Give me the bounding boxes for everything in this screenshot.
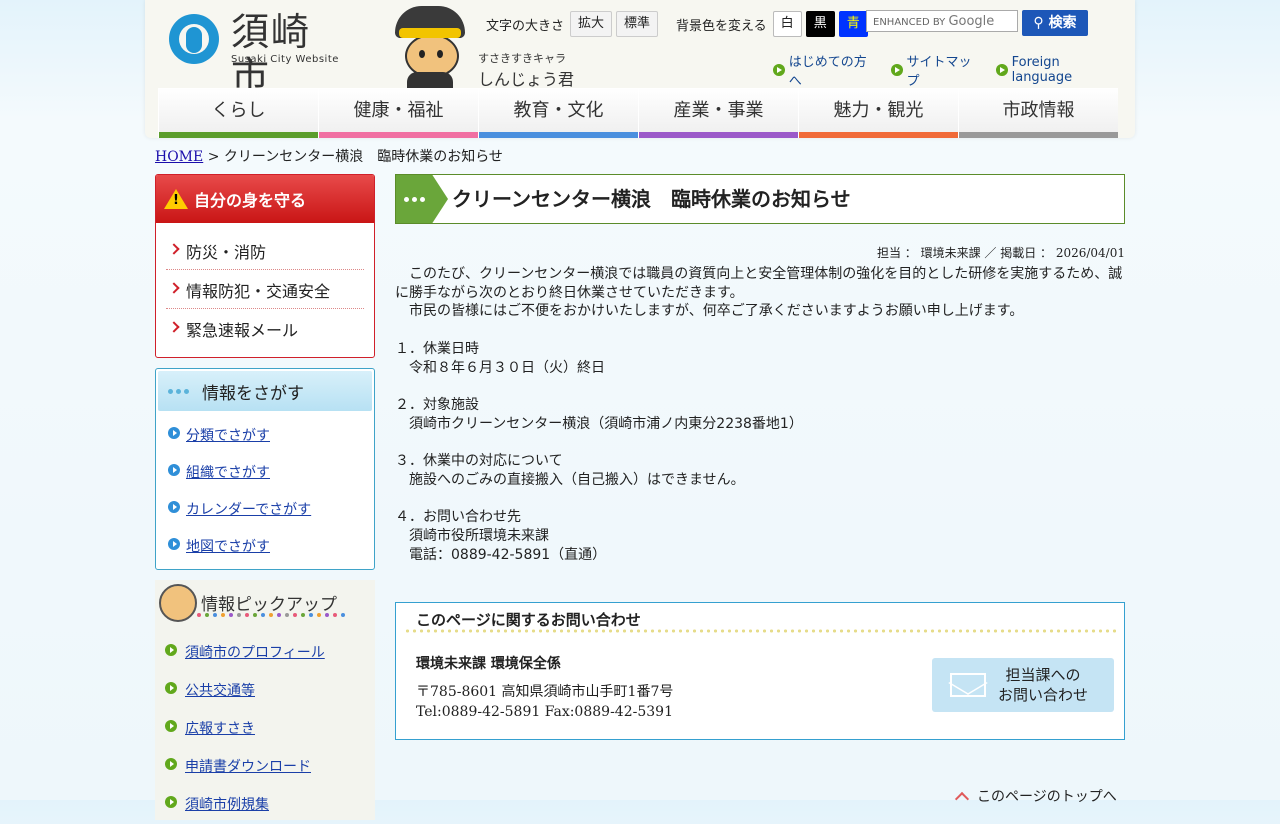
font-size-label: 文字の大きさ	[486, 18, 565, 34]
global-nav: くらし 健康・福祉 教育・文化 産業・事業 魅力・観光 市政情報	[158, 88, 1119, 138]
pickup-item: 須崎市のプロフィール	[155, 634, 375, 672]
search-icon: ⚲	[1033, 15, 1044, 31]
page-title: クリーンセンター横浪 臨時休業のお知らせ	[452, 187, 851, 211]
mail-icon	[950, 673, 986, 698]
mascot-name: しんじょう君	[478, 70, 575, 89]
safety-item-emergency-mail[interactable]: 緊急速報メール	[166, 309, 364, 347]
arrow-circle-icon	[995, 64, 1008, 76]
search-by-map-link[interactable]: 地図でさがす	[186, 539, 270, 555]
search-by-organization: 組織でさがす	[164, 454, 366, 491]
page: 須崎市 Susaki City Website すさきすきキャラ しんじょう君 …	[145, 0, 1135, 820]
font-standard-button[interactable]: 標準	[616, 11, 659, 37]
safety-item-disaster[interactable]: 防災・消防	[166, 231, 364, 270]
page-meta: 担当 ： 環境未来課 ／ 掲載日 ： 2026/04/01	[876, 246, 1125, 260]
gnav-industry[interactable]: 産業・事業	[638, 88, 798, 138]
search-button[interactable]: ⚲ 検索	[1022, 10, 1088, 36]
safety-box: 自分の身を守る 防災・消防 情報防犯・交通安全 緊急速報メール	[155, 174, 375, 358]
breadcrumb: HOME > クリーンセンター横浪 臨時休業のお知らせ	[155, 149, 503, 165]
pickup-item: 申請書ダウンロード	[155, 748, 375, 786]
search-by-category: 分類でさがす	[164, 417, 366, 454]
pickup-link-forms[interactable]: 申請書ダウンロード	[185, 759, 311, 775]
gnav-kurashi[interactable]: くらし	[158, 88, 318, 138]
pickup-item: 須崎市例規集	[155, 786, 375, 824]
logo-subtitle: Susaki City Website	[231, 54, 339, 65]
arrow-circle-icon	[890, 64, 903, 76]
chevron-up-icon	[954, 791, 970, 807]
bg-color-label: 背景色を変える	[676, 18, 767, 34]
safety-item-crime-traffic[interactable]: 情報防犯・交通安全	[166, 270, 364, 309]
warning-icon	[164, 189, 188, 209]
contact-phone-line: Tel:0889-42-5891 Fax:0889-42-5391	[416, 704, 673, 721]
pickup-box: 情報ピックアップ 須崎市のプロフィール 公共交通等 広報すさき 申請書ダウンロー…	[155, 580, 375, 820]
search-button-label: 検索	[1048, 15, 1077, 31]
page-title-box: クリーンセンター横浪 臨時休業のお知らせ	[395, 174, 1125, 224]
search-info-box: 情報をさがす 分類でさがす 組織でさがす カレンダーでさがす 地図でさがす	[155, 368, 375, 570]
dots-icon	[168, 388, 192, 394]
pickup-item: 広報すさき	[155, 710, 375, 748]
search-by-map: 地図でさがす	[164, 528, 366, 565]
pickup-link-koho[interactable]: 広報すさき	[185, 721, 255, 737]
search-by-category-link[interactable]: 分類でさがす	[186, 428, 270, 444]
search-by-organization-link[interactable]: 組織でさがす	[186, 465, 270, 481]
search-placeholder-prefix: ENHANCED BY	[873, 17, 946, 28]
dotted-divider	[404, 629, 1116, 634]
search-info-title: 情報をさがす	[158, 371, 372, 411]
title-arrow-icon	[396, 175, 448, 223]
page-top-link[interactable]: このページのトップへ	[954, 786, 1117, 807]
search-by-calendar: カレンダーでさがす	[164, 491, 366, 528]
arrow-circle-icon	[773, 64, 785, 76]
mascot-image	[393, 6, 467, 88]
contact-address-line: 〒785-8601 高知県須崎市山手町1番7号	[416, 684, 674, 701]
quick-links: はじめての方へ サイトマップ Foreign language	[773, 51, 1135, 89]
gnav-health-welfare[interactable]: 健康・福祉	[318, 88, 478, 138]
mascot-caption: すさきすきキャラ	[478, 52, 566, 65]
search-input[interactable]: ENHANCED BY Google	[866, 10, 1018, 32]
pickup-title: 情報ピックアップ	[201, 595, 337, 615]
pickup-link-transport[interactable]: 公共交通等	[185, 683, 255, 699]
site-logo[interactable]: 須崎市 Susaki City Website	[169, 10, 349, 98]
gnav-education-culture[interactable]: 教育・文化	[478, 88, 638, 138]
quicklink-sitemap[interactable]: サイトマップ	[890, 51, 983, 89]
contact-button-line2: お問い合わせ	[998, 686, 1089, 705]
contact-button-line1: 担当課への	[1005, 666, 1081, 685]
gnav-city-info[interactable]: 市政情報	[958, 88, 1118, 138]
font-enlarge-button[interactable]: 拡大	[570, 11, 613, 37]
pickup-link-profile[interactable]: 須崎市のプロフィール	[185, 645, 325, 661]
quicklink-first-visit[interactable]: はじめての方へ	[773, 51, 878, 89]
safety-box-title: 自分の身を守る	[156, 175, 374, 223]
pickup-item: 公共交通等	[155, 672, 375, 710]
contact-department-button[interactable]: 担当課への お問い合わせ	[932, 658, 1114, 713]
search-placeholder-brand: Google	[948, 14, 995, 29]
contact-box: このページに関するお問い合わせ 環境未来課 環境保全係 〒785-8601 高知…	[395, 602, 1125, 741]
city-emblem-icon	[169, 14, 219, 64]
quicklink-foreign-language[interactable]: Foreign language	[995, 51, 1122, 89]
mascot-icon	[159, 584, 197, 622]
bg-white-button[interactable]: 白	[772, 11, 802, 37]
colored-dots	[197, 613, 349, 617]
bg-blue-button[interactable]: 青	[838, 11, 868, 37]
breadcrumb-home-link[interactable]: HOME	[155, 149, 203, 165]
sidebar: 自分の身を守る 防災・消防 情報防犯・交通安全 緊急速報メール 情報をさがす 分…	[155, 174, 375, 820]
accessibility-tools: 文字の大きさ 拡大 標準 背景色を変える 白 黒 青	[486, 11, 872, 37]
article-body: このたび、クリーンセンター横浪では職員の資質向上と安全管理体制の強化を目的とした…	[395, 266, 1123, 563]
pickup-link-rules[interactable]: 須崎市例規集	[185, 797, 269, 813]
contact-title: このページに関するお問い合わせ	[416, 611, 641, 630]
site-header: 須崎市 Susaki City Website すさきすきキャラ しんじょう君 …	[145, 0, 1135, 138]
bg-black-button[interactable]: 黒	[805, 11, 835, 37]
gnav-tourism[interactable]: 魅力・観光	[798, 88, 958, 138]
search-by-calendar-link[interactable]: カレンダーでさがす	[186, 502, 311, 518]
main-content: クリーンセンター横浪 臨時休業のお知らせ 担当 ： 環境未来課 ／ 掲載日 ： …	[395, 174, 1125, 741]
contact-address: 〒785-8601 高知県須崎市山手町1番7号 Tel:0889-42-5891…	[416, 682, 673, 722]
contact-department: 環境未来課 環境保全係	[416, 656, 561, 673]
breadcrumb-current: クリーンセンター横浪 臨時休業のお知らせ	[223, 149, 503, 165]
